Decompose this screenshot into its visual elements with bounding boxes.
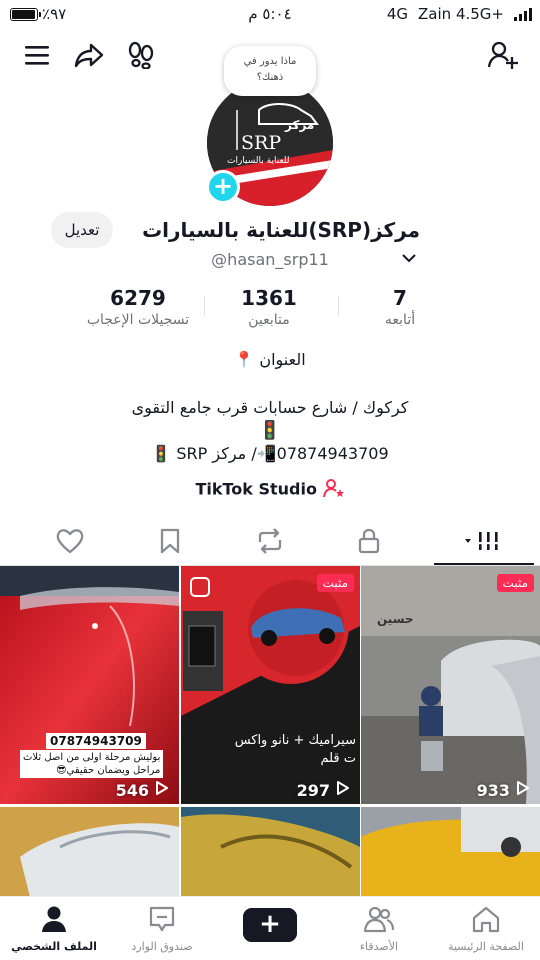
lock-icon bbox=[358, 528, 380, 554]
add-avatar-button[interactable]: + bbox=[206, 170, 240, 204]
logo-brand: SRP bbox=[241, 132, 282, 154]
studio-label: TikTok Studio bbox=[195, 479, 317, 499]
nav-profile[interactable]: الملف الشخصي bbox=[0, 905, 108, 953]
status-bubble[interactable]: ماذا يدور في ذهنك؟ bbox=[224, 46, 316, 96]
nav-home[interactable]: الصفحة الرئيسية bbox=[432, 905, 540, 953]
stat-label: تسجيلات الإعجاب bbox=[86, 312, 190, 328]
wall-text: حسين bbox=[377, 612, 414, 626]
tab-liked[interactable] bbox=[35, 518, 105, 564]
bookmark-icon bbox=[160, 528, 180, 554]
play-icon bbox=[516, 780, 530, 800]
view-count-value: 297 bbox=[296, 780, 330, 800]
stat-label: أتابعه bbox=[384, 312, 416, 328]
tab-videos[interactable] bbox=[434, 518, 534, 565]
thumbnail-phone: 07874943709 bbox=[46, 733, 146, 749]
plus-icon: + bbox=[243, 908, 297, 942]
network-type: 4G bbox=[386, 5, 409, 23]
view-count-value: 546 bbox=[115, 780, 149, 800]
view-count: 933 bbox=[477, 780, 530, 800]
video-thumbnail[interactable]: مثبت سيراميك + نانو واكس ت قلم 297 bbox=[181, 566, 360, 804]
repost-icon bbox=[258, 528, 282, 554]
profile-tabs bbox=[0, 518, 540, 566]
pinned-badge: مثبت bbox=[496, 574, 534, 592]
view-count: 546 bbox=[116, 780, 169, 800]
menu-icon[interactable] bbox=[20, 38, 54, 72]
bio-address: كركوك / شارع حسابات قرب جامع التقوى bbox=[131, 398, 409, 417]
stat-following[interactable]: 7 أتابعه bbox=[340, 286, 460, 328]
thumbnail-caption: بوليش مرحلة اولى من اصل ثلاث مراحل ويضما… bbox=[20, 750, 164, 778]
nav-friends-label: الأصدقاء bbox=[359, 940, 399, 953]
stat-followers[interactable]: 1361 متابعين bbox=[209, 286, 329, 328]
caption-line1: بوليش مرحلة اولى من اصل ثلاث bbox=[23, 752, 161, 763]
caption-line2: مراحل ويضمان حقيقي😎 bbox=[56, 765, 161, 776]
bubble-text-line2: ذهنك؟ bbox=[256, 72, 284, 83]
stat-divider bbox=[338, 296, 339, 316]
display-name-text: مركز(SRP)للعناية بالسيارات bbox=[142, 218, 420, 242]
tab-private[interactable] bbox=[334, 518, 404, 564]
bubble-text-line1: ماذا يدور في bbox=[243, 56, 297, 67]
play-icon bbox=[155, 780, 169, 800]
stat-value: 1361 bbox=[241, 286, 297, 310]
pinned-badge: مثبت bbox=[316, 574, 354, 592]
nav-inbox-label: صندوق الوارد bbox=[131, 940, 193, 953]
bottom-nav: الصفحة الرئيسية الأصدقاء + صندوق الوارد … bbox=[0, 896, 540, 960]
status-bar: ٪٩٧ ٥:٠٤ م 4G Zain 4.5G+ bbox=[0, 0, 540, 30]
view-count-value: 933 bbox=[476, 780, 510, 800]
heart-icon bbox=[56, 529, 84, 554]
signal-icon bbox=[514, 7, 532, 21]
inbox-icon bbox=[149, 906, 175, 932]
logo-subtitle: للعناية بالسيارات bbox=[227, 156, 290, 166]
tab-favorites[interactable] bbox=[135, 518, 205, 564]
pin-icon: 📍 bbox=[234, 350, 255, 369]
stat-likes[interactable]: 6279 تسجيلات الإعجاب bbox=[68, 286, 208, 328]
nav-home-label: الصفحة الرئيسية bbox=[448, 940, 524, 953]
friends-icon bbox=[363, 906, 395, 933]
traffic-light-icon: 🚦 bbox=[258, 420, 282, 441]
carrier-info: 4G Zain 4.5G+ bbox=[387, 5, 532, 23]
stat-label: متابعين bbox=[248, 312, 290, 328]
video-grid: 07874943709 بوليش مرحلة اولى من اصل ثلاث… bbox=[0, 566, 540, 896]
edit-profile-button[interactable]: تعديل bbox=[51, 212, 113, 248]
nav-inbox[interactable]: صندوق الوارد bbox=[108, 905, 216, 953]
footprints-icon[interactable] bbox=[124, 38, 158, 72]
bio-address-title: العنوان 📍 bbox=[0, 350, 540, 369]
caption-line1: سيراميك + نانو واكس bbox=[234, 733, 356, 748]
bio-phone: 07874943709📲/ مركز SRP 🚦 bbox=[151, 444, 389, 463]
nav-friends[interactable]: الأصدقاء bbox=[325, 905, 433, 953]
grid-icon bbox=[465, 532, 498, 550]
caption-line2: ت قلم bbox=[320, 751, 356, 766]
video-thumbnail[interactable] bbox=[181, 807, 360, 896]
play-icon bbox=[336, 780, 350, 800]
thumbnail-caption: سيراميك + نانو واكس ت قلم bbox=[235, 732, 356, 768]
video-thumbnail[interactable] bbox=[0, 807, 179, 896]
tiktok-studio-link[interactable]: TikTok Studio bbox=[0, 478, 540, 502]
video-thumbnail[interactable]: مثبت حسين 933 bbox=[361, 566, 540, 804]
share-icon[interactable] bbox=[72, 38, 106, 72]
carrier-name: Zain 4.5G+ bbox=[418, 5, 504, 23]
stat-value: 7 bbox=[393, 286, 407, 310]
username: @hasan_srp11 bbox=[211, 250, 329, 269]
profile-icon bbox=[42, 906, 66, 932]
nav-profile-label: الملف الشخصي bbox=[11, 940, 97, 953]
studio-user-icon bbox=[322, 478, 345, 502]
bio-line1: العنوان bbox=[259, 350, 306, 369]
video-thumbnail[interactable] bbox=[361, 807, 540, 896]
video-thumbnail[interactable]: 07874943709 بوليش مرحلة اولى من اصل ثلاث… bbox=[0, 566, 179, 804]
add-friend-icon[interactable] bbox=[486, 38, 520, 72]
logo-title: مركز bbox=[285, 118, 315, 132]
view-count: 297 bbox=[297, 780, 350, 800]
create-button[interactable]: + bbox=[240, 908, 300, 942]
stat-value: 6279 bbox=[110, 286, 166, 310]
tab-reposts[interactable] bbox=[235, 518, 305, 564]
home-icon bbox=[472, 906, 500, 933]
